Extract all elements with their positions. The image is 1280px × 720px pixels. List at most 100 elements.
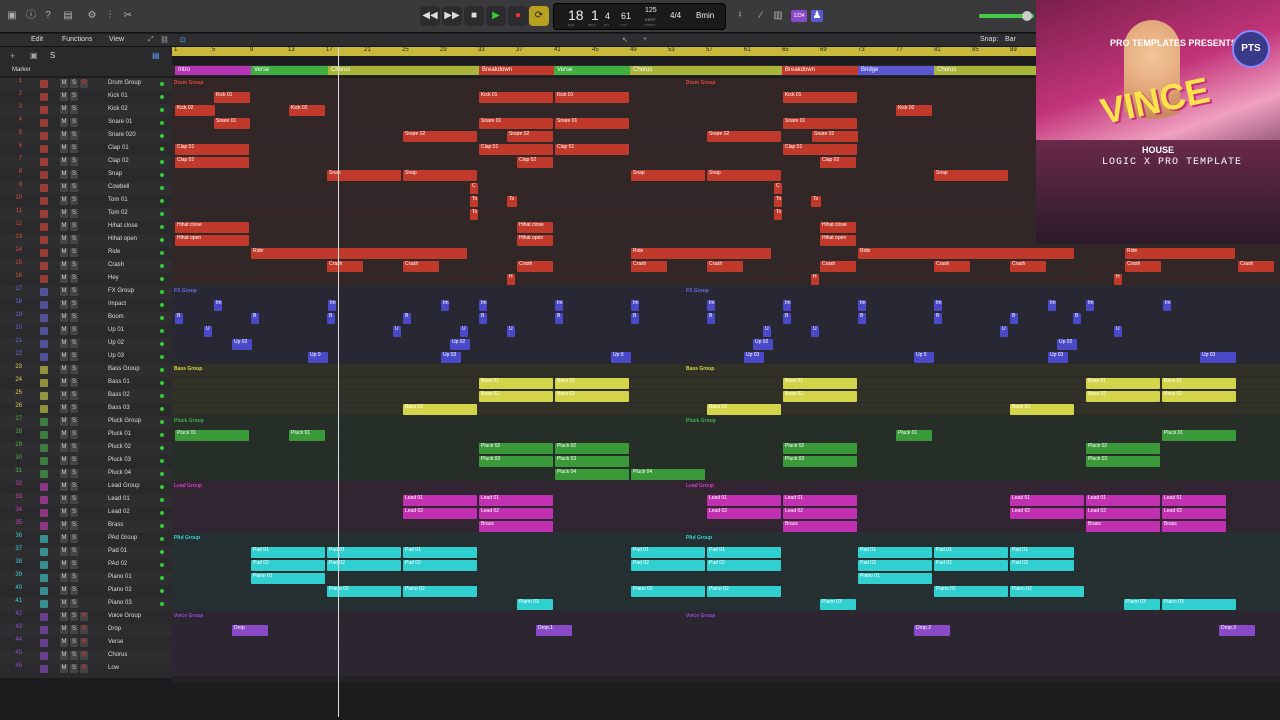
track-header[interactable]: 32 M S Lead Group bbox=[0, 481, 172, 494]
region[interactable]: Crash bbox=[1125, 261, 1161, 272]
mute-button[interactable]: M bbox=[60, 456, 68, 465]
region[interactable]: Drop bbox=[232, 625, 268, 636]
rewind-button[interactable]: ◀◀ bbox=[420, 6, 440, 26]
region[interactable]: Pluck 01 bbox=[1162, 430, 1236, 441]
region[interactable]: B bbox=[1010, 313, 1018, 324]
region[interactable]: Brass bbox=[1162, 521, 1226, 532]
solo-button[interactable]: S bbox=[70, 105, 78, 114]
region[interactable]: Pad 01 bbox=[403, 547, 477, 558]
region[interactable]: Piano 03 bbox=[820, 599, 856, 610]
region[interactable]: Up 0 bbox=[308, 352, 328, 363]
track-options-icon[interactable]: ▣ bbox=[30, 51, 38, 60]
track-header[interactable]: 30 M S Pluck 03 bbox=[0, 455, 172, 468]
region[interactable]: Hihat open bbox=[820, 235, 856, 246]
mute-button[interactable]: M bbox=[60, 482, 68, 491]
track-header[interactable]: 23 M S Bass Group bbox=[0, 364, 172, 377]
mute-button[interactable]: M bbox=[60, 209, 68, 218]
track-header[interactable]: 42 M S R Voice Group bbox=[0, 611, 172, 624]
region[interactable]: Clap 02 bbox=[175, 157, 249, 168]
mute-button[interactable]: M bbox=[60, 326, 68, 335]
mute-button[interactable]: M bbox=[60, 417, 68, 426]
mute-button[interactable]: M bbox=[60, 105, 68, 114]
region[interactable]: Piano 01 bbox=[858, 573, 932, 584]
mute-button[interactable]: M bbox=[60, 248, 68, 257]
region[interactable]: B bbox=[934, 313, 942, 324]
region[interactable]: Clap 01 bbox=[479, 144, 553, 155]
region[interactable]: B bbox=[251, 313, 259, 324]
timeline-ruler[interactable]: 1 5 9 13 17 21 25 29 33 37 41 45 49 53 57 61 65 69 73 77 81 8… bbox=[172, 47, 1036, 56]
mute-button[interactable]: M bbox=[60, 404, 68, 413]
region[interactable]: Pluck 04 bbox=[555, 469, 629, 480]
solo-button[interactable]: S bbox=[70, 222, 78, 231]
solo-button[interactable]: S bbox=[70, 79, 78, 88]
region[interactable]: B bbox=[327, 313, 335, 324]
marker-bridge[interactable]: Bridge bbox=[858, 66, 934, 75]
region[interactable]: Clap 01 bbox=[555, 144, 629, 155]
mute-button[interactable]: M bbox=[60, 287, 68, 296]
region[interactable]: Brass bbox=[1086, 521, 1160, 532]
mute-button[interactable]: M bbox=[60, 118, 68, 127]
region[interactable]: Piano 01 bbox=[251, 573, 325, 584]
solo-button[interactable]: S bbox=[70, 261, 78, 270]
snap-dropdown[interactable]: Bar bbox=[1005, 36, 1016, 43]
solo-button[interactable]: S bbox=[70, 183, 78, 192]
mute-button[interactable]: M bbox=[60, 625, 68, 634]
region[interactable]: Bass 01 bbox=[479, 378, 553, 389]
region[interactable]: Snare 02 bbox=[507, 131, 553, 142]
region[interactable]: Lead 01 bbox=[479, 495, 553, 506]
track-header[interactable]: 45 M S R Chorus bbox=[0, 650, 172, 663]
mute-button[interactable]: M bbox=[60, 534, 68, 543]
track-header[interactable]: 7 M S Clap 02 bbox=[0, 156, 172, 169]
mute-button[interactable]: M bbox=[60, 274, 68, 283]
mute-button[interactable]: M bbox=[60, 365, 68, 374]
region[interactable]: Crash bbox=[1238, 261, 1274, 272]
record-enable-button[interactable]: R bbox=[80, 612, 88, 621]
solo-button[interactable]: S bbox=[70, 560, 78, 569]
solo-button[interactable]: S bbox=[70, 157, 78, 166]
record-enable-button[interactable]: R bbox=[80, 79, 88, 88]
track-header[interactable]: 43 M S R Drop bbox=[0, 624, 172, 637]
track-header[interactable]: 40 M S Piano 02 bbox=[0, 585, 172, 598]
solo-button[interactable]: S bbox=[70, 170, 78, 179]
view-menu[interactable]: View bbox=[109, 36, 124, 43]
region[interactable]: Snare 01 bbox=[214, 118, 250, 129]
region[interactable]: U bbox=[1114, 326, 1122, 337]
mute-button[interactable]: M bbox=[60, 443, 68, 452]
solo-button[interactable]: S bbox=[70, 404, 78, 413]
solo-button[interactable]: S bbox=[70, 118, 78, 127]
track-header[interactable]: 11 M S Tom 02 bbox=[0, 208, 172, 221]
region[interactable]: Bass 02 bbox=[479, 391, 553, 402]
region[interactable]: U bbox=[811, 326, 819, 337]
region[interactable]: Snare 02 bbox=[812, 131, 858, 142]
mute-button[interactable]: M bbox=[60, 664, 68, 673]
pencil-tool-icon[interactable]: + bbox=[643, 36, 647, 43]
region[interactable]: U bbox=[393, 326, 401, 337]
solo-button[interactable]: S bbox=[70, 664, 78, 673]
region[interactable]: B bbox=[175, 313, 183, 324]
region[interactable]: Up 02 bbox=[232, 339, 252, 350]
region[interactable]: Brass bbox=[783, 521, 857, 532]
region[interactable]: Bass 02 bbox=[555, 391, 629, 402]
region[interactable]: Crash bbox=[517, 261, 553, 272]
track-header[interactable]: 37 M S Pad 01 bbox=[0, 546, 172, 559]
track-header[interactable]: 3 M S Kick 02 bbox=[0, 104, 172, 117]
marker-verse[interactable]: Verse bbox=[554, 66, 630, 75]
track-header[interactable]: 41 M S Piano 03 bbox=[0, 598, 172, 611]
solo-button[interactable]: S bbox=[70, 482, 78, 491]
region[interactable]: Brass bbox=[479, 521, 553, 532]
solo-button[interactable]: S bbox=[70, 417, 78, 426]
track-header[interactable]: 17 M S FX Group bbox=[0, 286, 172, 299]
track-header[interactable]: 36 M S PAd Group bbox=[0, 533, 172, 546]
region[interactable]: Kick 01 bbox=[555, 92, 629, 103]
solo-button[interactable]: S bbox=[70, 339, 78, 348]
region[interactable]: Hihat close bbox=[517, 222, 553, 233]
mute-button[interactable]: M bbox=[60, 92, 68, 101]
track-header[interactable]: 25 M S Bass 02 bbox=[0, 390, 172, 403]
solo-button[interactable]: S bbox=[70, 495, 78, 504]
region[interactable]: Bass 02 bbox=[1086, 391, 1160, 402]
region[interactable]: Piano 02 bbox=[934, 586, 1008, 597]
region[interactable]: Snare 02 bbox=[707, 131, 781, 142]
track-header[interactable]: 20 M S Up 01 bbox=[0, 325, 172, 338]
region[interactable]: Snap bbox=[707, 170, 781, 181]
region[interactable]: B bbox=[707, 313, 715, 324]
